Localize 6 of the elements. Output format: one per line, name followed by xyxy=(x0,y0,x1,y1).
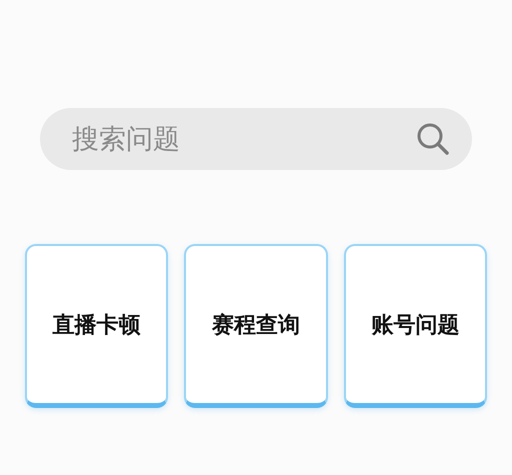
category-button[interactable]: 赛程查询 xyxy=(184,244,328,408)
search-bar[interactable]: 搜索问题 xyxy=(40,108,472,170)
search-icon[interactable] xyxy=(416,122,450,156)
category-button[interactable]: 直播卡顿 xyxy=(25,244,168,408)
search-field[interactable]: 搜索问题 xyxy=(70,122,416,156)
category-button[interactable]: 账号问题 xyxy=(344,244,487,408)
